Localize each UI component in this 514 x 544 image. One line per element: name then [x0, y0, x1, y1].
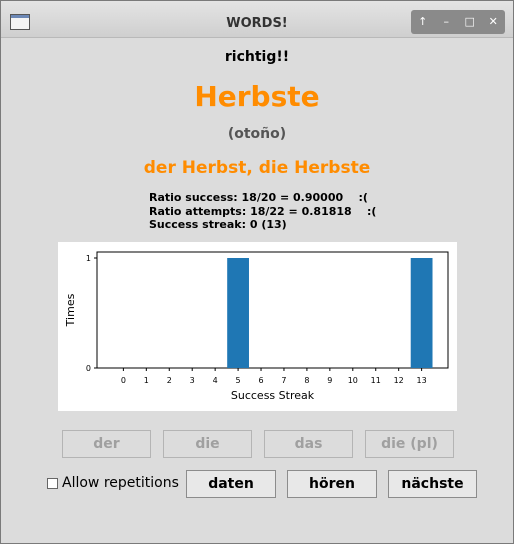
article-die-pl-button[interactable]: die (pl) — [365, 430, 454, 458]
success-streak: Success streak: 0 (13) — [149, 218, 287, 231]
x-tick-label: 13 — [417, 376, 427, 385]
plot-frame — [96, 251, 449, 369]
x-tick-label: 8 — [304, 376, 309, 385]
feedback-text: richtig!! — [224, 49, 290, 65]
article-der-button[interactable]: der — [62, 430, 151, 458]
minimize-icon[interactable]: – — [437, 15, 455, 29]
x-tick-label: 10 — [348, 376, 358, 385]
x-tick-label: 12 — [394, 376, 404, 385]
up-icon[interactable]: ↑ — [414, 15, 432, 29]
ratio-attempts: Ratio attempts: 18/22 = 0.81818 :( — [149, 204, 377, 218]
streak-chart: 0 1 2 3 4 5 6 7 8 9 10 11 12 1301Success StreakTimes — [58, 242, 457, 411]
main-content: richtig!! Herbste (otoño) der Herbst, di… — [1, 38, 513, 543]
maximize-icon[interactable]: □ — [461, 15, 479, 29]
app-window: WORDS! ↑ – □ ✕ richtig!! Herbste (otoño)… — [0, 0, 514, 544]
x-tick-label: 6 — [258, 376, 263, 385]
data-button[interactable]: daten — [186, 470, 276, 498]
article-die-button[interactable]: die — [163, 430, 252, 458]
chart-bar — [410, 258, 433, 368]
word-forms: der Herbst, die Herbste — [143, 158, 371, 178]
title-bar[interactable]: WORDS! ↑ – □ ✕ — [1, 1, 513, 38]
y-axis-label: Times — [64, 293, 77, 327]
article-das-button[interactable]: das — [264, 430, 353, 458]
x-tick-label: 2 — [167, 376, 172, 385]
x-tick-label: 0 — [121, 376, 126, 385]
x-tick-label: 1 — [144, 376, 149, 385]
x-tick-label: 4 — [213, 376, 218, 385]
x-tick-label: 3 — [190, 376, 195, 385]
allow-repetitions-label[interactable]: Allow repetitions — [62, 475, 179, 491]
allow-repetitions-checkbox[interactable] — [47, 478, 58, 489]
y-tick-label: 0 — [86, 364, 91, 373]
x-axis-label: Success Streak — [231, 389, 315, 402]
x-tick-label: 7 — [281, 376, 286, 385]
chart-bar — [227, 258, 249, 368]
close-icon[interactable]: ✕ — [484, 15, 502, 29]
ratio-success: Ratio success: 18/20 = 0.90000 :( — [149, 191, 368, 204]
y-tick-label: 1 — [86, 254, 91, 263]
x-tick-label: 9 — [327, 376, 332, 385]
translation-text: (otoño) — [227, 126, 287, 142]
next-button[interactable]: nächste — [388, 470, 477, 498]
window-controls: ↑ – □ ✕ — [411, 10, 505, 34]
x-tick-label: 11 — [371, 376, 381, 385]
listen-button[interactable]: hören — [287, 470, 377, 498]
current-word: Herbste — [194, 80, 320, 113]
statistics: Ratio success: 18/20 = 0.90000 :(Ratio a… — [149, 191, 376, 232]
x-tick-label: 5 — [236, 376, 241, 385]
